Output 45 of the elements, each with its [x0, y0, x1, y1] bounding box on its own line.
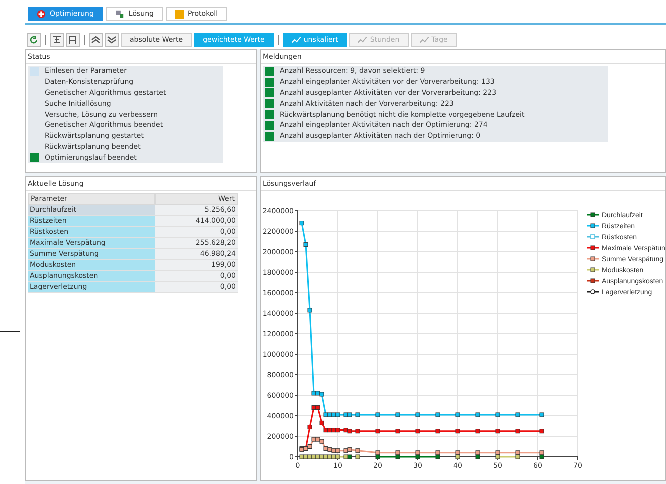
cross-circle-icon [37, 10, 46, 18]
layout-icon [68, 35, 78, 45]
data-point [540, 430, 544, 434]
data-point [496, 430, 500, 434]
data-point [456, 430, 460, 434]
data-point [436, 413, 440, 418]
data-point [590, 246, 596, 251]
toolbar-button[interactable] [105, 33, 119, 47]
data-point [516, 413, 520, 418]
data-point [436, 430, 440, 434]
data-point [496, 413, 500, 418]
data-point [376, 413, 380, 418]
data-point [300, 221, 304, 226]
data-point [416, 413, 420, 418]
data-point [590, 257, 596, 262]
toolbar-button[interactable] [89, 33, 103, 47]
data-point [590, 290, 596, 295]
data-point [356, 413, 360, 418]
data-point [590, 268, 596, 273]
hierarchy-icon [52, 35, 62, 45]
data-point [356, 430, 360, 434]
data-point [308, 425, 312, 430]
chart-icon [114, 10, 125, 18]
data-point [396, 413, 400, 418]
data-point [590, 279, 596, 284]
data-point [476, 430, 480, 434]
refresh-icon [29, 35, 39, 45]
data-point [416, 430, 420, 434]
data-point [320, 421, 324, 426]
data-point [396, 430, 400, 434]
data-point [540, 413, 544, 418]
toolbar-button[interactable] [50, 33, 64, 47]
double-chevron-down-icon [107, 35, 117, 45]
data-point [590, 235, 596, 240]
data-point [376, 430, 380, 434]
toolbar-button[interactable] [27, 33, 41, 47]
data-point [516, 430, 520, 434]
data-point [476, 413, 480, 418]
data-point [590, 213, 596, 218]
toolbar-button[interactable] [66, 33, 80, 47]
data-point [590, 224, 596, 229]
data-point [456, 413, 460, 418]
data-point [304, 243, 308, 248]
double-chevron-up-icon [91, 35, 101, 45]
data-point [308, 308, 312, 314]
